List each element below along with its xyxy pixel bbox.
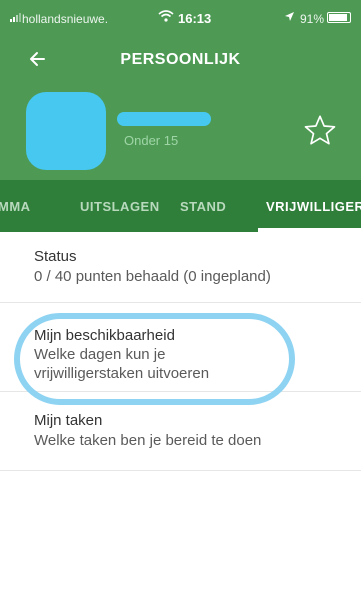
top-app-bar: PERSOONLIJK	[0, 38, 361, 82]
avatar-redacted	[26, 92, 106, 170]
list-item-subtitle: Welke taken ben je bereid te doen	[34, 432, 262, 449]
status-bar: hollandsnieuwe. 16:13 91%	[0, 0, 361, 38]
location-arrow-icon	[285, 12, 294, 21]
tab-stand[interactable]: STAND	[180, 199, 226, 214]
list-item-title: Mijn taken	[34, 412, 103, 429]
list-item-subtitle: 0 / 40 punten behaald (0 ingepland)	[34, 268, 271, 285]
tab-bar: MMA UITSLAGEN STAND VRIJWILLIGER	[0, 180, 361, 232]
tab-uitslagen[interactable]: UITSLAGEN	[80, 199, 160, 214]
favorite-button[interactable]	[303, 114, 337, 152]
tab-programma[interactable]: MMA	[0, 199, 31, 214]
clock: 16:13	[178, 11, 212, 26]
signal-icon	[10, 13, 21, 22]
name-redacted	[117, 112, 211, 126]
battery-percentage: 91%	[300, 12, 325, 26]
tab-vrijwilliger[interactable]: VRIJWILLIGER	[266, 199, 361, 214]
list-item-subtitle: vrijwilligerstaken uitvoeren	[34, 365, 210, 382]
list-item-title: Status	[34, 248, 77, 265]
battery-icon	[327, 12, 351, 23]
list-item-status[interactable]: Status 0 / 40 punten behaald (0 ingeplan…	[0, 232, 361, 303]
team-label: Onder 15	[124, 133, 179, 148]
wifi-icon	[158, 10, 174, 22]
list-item-subtitle: Welke dagen kun je	[34, 346, 166, 363]
list-item-tasks[interactable]: Mijn taken Welke taken ben je bereid te …	[0, 392, 361, 471]
star-outline-icon	[304, 115, 336, 145]
battery-level	[329, 14, 348, 21]
volunteer-menu-list: Status 0 / 40 punten behaald (0 ingeplan…	[0, 232, 361, 471]
page-title: PERSOONLIJK	[120, 51, 241, 68]
profile-header: Onder 15	[0, 82, 361, 180]
carrier-name: hollandsnieuwe.	[22, 12, 109, 26]
list-item-title: Mijn beschikbaarheid	[34, 327, 175, 344]
list-item-availability[interactable]: Mijn beschikbaarheid Welke dagen kun je …	[0, 303, 361, 392]
